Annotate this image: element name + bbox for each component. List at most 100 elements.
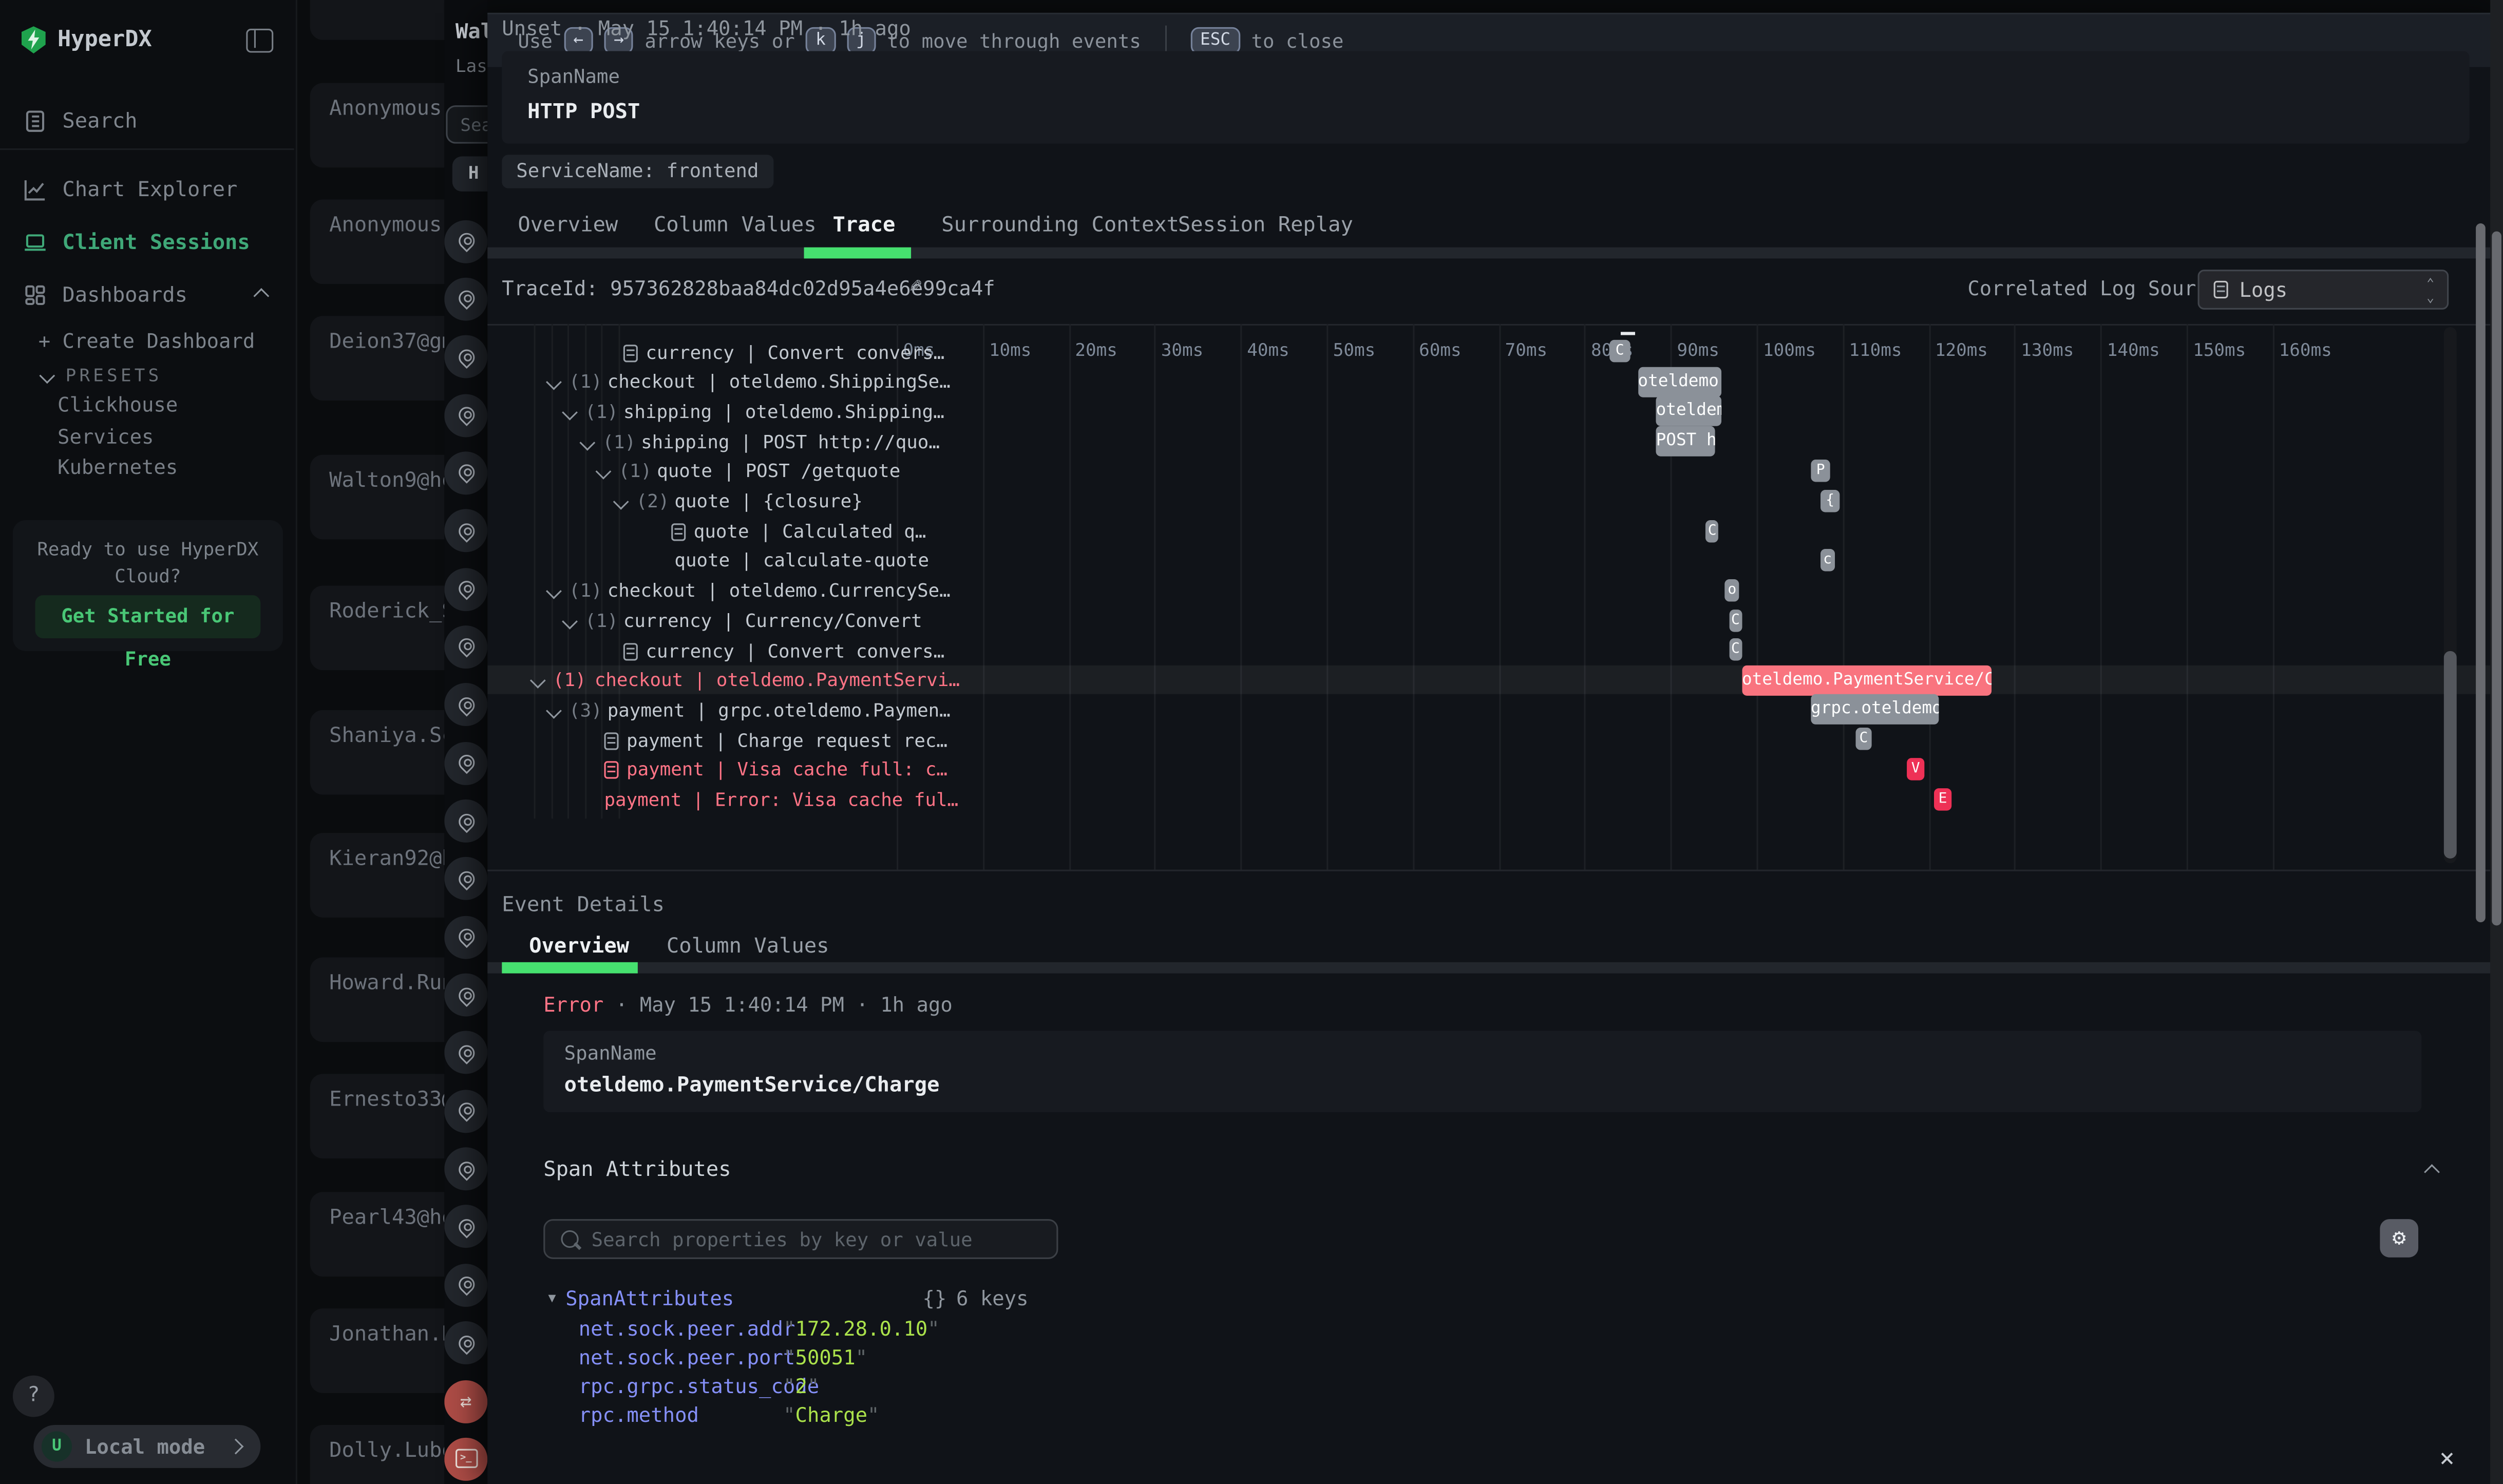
- attribute-row[interactable]: rpc.method "Charge": [579, 1402, 2337, 1428]
- trace-tree-row[interactable]: payment | Charge request rec…: [487, 726, 1376, 756]
- attribute-key[interactable]: net.sock.peer.port: [579, 1344, 795, 1368]
- attribute-value[interactable]: "50051": [783, 1344, 867, 1370]
- trace-tree-row[interactable]: quote | Calculated q…: [487, 517, 1376, 547]
- session-list-item[interactable]: Shaniya.Sc: [310, 710, 444, 795]
- span-duration-bar[interactable]: grpc.oteldemo.: [1811, 695, 1939, 725]
- trace-tree-row[interactable]: payment | Error: Visa cache ful…: [487, 785, 1376, 815]
- location-pin-icon[interactable]: [444, 335, 487, 378]
- log-source-select[interactable]: Logs ⌃⌄: [2198, 270, 2449, 310]
- help-button[interactable]: ?: [13, 1376, 54, 1417]
- sidebar-item-client-sessions[interactable]: Client Sessions: [0, 219, 296, 267]
- session-list-item[interactable]: Jonathan.B: [310, 1308, 444, 1393]
- span-duration-bar[interactable]: C: [1706, 520, 1719, 542]
- chevron-down-icon[interactable]: [562, 613, 578, 629]
- attribute-value[interactable]: "2": [783, 1373, 819, 1399]
- span-duration-bar[interactable]: P: [1811, 460, 1830, 482]
- sidebar-item-search[interactable]: Search: [0, 98, 296, 145]
- trace-tree-row[interactable]: currency | Convert convers…: [487, 636, 1376, 666]
- session-list-item[interactable]: Walton9@ho: [310, 455, 444, 540]
- session-list-item[interactable]: Anonymous: [310, 199, 444, 284]
- span-duration-bar[interactable]: oteldemo.: [1638, 366, 1721, 396]
- attribute-value[interactable]: "172.28.0.10": [783, 1316, 940, 1341]
- chevron-down-icon[interactable]: [579, 434, 595, 450]
- trace-tree-row[interactable]: (1)currency | Currency/Convert: [487, 606, 1376, 636]
- session-list-item[interactable]: Anonymous: [310, 83, 444, 168]
- sidebar-preset-kubernetes[interactable]: Kubernetes: [58, 455, 178, 481]
- chevron-down-icon[interactable]: [546, 374, 562, 390]
- span-duration-bar[interactable]: C: [1729, 609, 1742, 632]
- scrollbar-thumb[interactable]: [2444, 651, 2457, 859]
- attribute-row[interactable]: net.sock.peer.port"50051": [579, 1344, 2337, 1370]
- location-pin-icon[interactable]: [444, 800, 487, 843]
- swap-arrows-icon[interactable]: ⇄: [444, 1379, 487, 1422]
- ed-tab-overview[interactable]: Overview: [529, 935, 629, 959]
- span-duration-bar[interactable]: {: [1820, 490, 1840, 512]
- location-pin-icon[interactable]: [444, 858, 487, 901]
- span-duration-bar[interactable]: c: [1820, 549, 1834, 572]
- location-pin-icon[interactable]: [444, 625, 487, 669]
- session-list-item[interactable]: Pearl43@ho: [310, 1192, 444, 1277]
- span-duration-bar[interactable]: oteldemo.PaymentService/Char: [1742, 664, 1992, 695]
- attribute-key[interactable]: net.sock.peer.addr: [579, 1316, 795, 1340]
- location-pin-icon[interactable]: [444, 1264, 487, 1307]
- chevron-down-icon[interactable]: [562, 405, 578, 421]
- span-duration-bar[interactable]: oteldemo: [1656, 396, 1721, 426]
- location-pin-icon[interactable]: [444, 683, 487, 727]
- location-pin-icon[interactable]: [444, 393, 487, 436]
- location-pin-icon[interactable]: [444, 1206, 487, 1249]
- chevron-down-icon[interactable]: [546, 703, 562, 719]
- session-list-item[interactable]: Roderick_S: [310, 585, 444, 670]
- trace-tree-row[interactable]: (1)quote | POST /getquote: [487, 457, 1376, 487]
- tab-surrounding-context[interactable]: Surrounding Context: [941, 214, 1179, 238]
- tab-trace[interactable]: Trace: [833, 214, 896, 238]
- span-duration-bar[interactable]: C: [1609, 340, 1630, 363]
- create-dashboard-button[interactable]: + Create Dashboard: [39, 329, 255, 354]
- events-filter-button[interactable]: H: [452, 157, 487, 192]
- location-pin-icon[interactable]: [444, 277, 487, 320]
- span-duration-bar[interactable]: o: [1725, 579, 1739, 602]
- service-badge[interactable]: ServiceName: frontend: [502, 155, 773, 188]
- scrollbar-thumb[interactable]: [2476, 223, 2486, 922]
- attribute-row[interactable]: rpc.grpc.status_code"2": [579, 1373, 2337, 1399]
- sidebar-preset-services[interactable]: Services: [58, 424, 154, 449]
- attribute-key[interactable]: rpc.method: [579, 1402, 699, 1426]
- attribute-value[interactable]: "Charge": [783, 1402, 879, 1428]
- span-duration-bar[interactable]: V: [1907, 758, 1924, 781]
- attribute-row[interactable]: net.sock.peer.addr"172.28.0.10": [579, 1316, 2337, 1341]
- attributes-root-row[interactable]: ▼SpanAttributes {} 6 keys: [548, 1286, 1029, 1312]
- span-duration-bar[interactable]: E: [1933, 788, 1951, 811]
- ed-tab-column-values[interactable]: Column Values: [667, 935, 829, 959]
- location-pin-icon[interactable]: [444, 1090, 487, 1133]
- session-list-item[interactable]: Ernesto33@: [310, 1074, 444, 1158]
- page-scrollbar[interactable]: [2490, 0, 2503, 1484]
- trace-tree-row[interactable]: payment | Visa cache full: c…: [487, 755, 1376, 786]
- span-duration-bar[interactable]: POST ht: [1656, 426, 1715, 456]
- session-list-item[interactable]: Kieran92@h: [310, 833, 444, 918]
- location-pin-icon[interactable]: [444, 1321, 487, 1364]
- location-pin-icon[interactable]: [444, 219, 487, 262]
- trace-tree-row[interactable]: (2)quote | {closure}: [487, 487, 1376, 517]
- trace-tree-row[interactable]: (3)payment | grpc.oteldemo.Paymen…: [487, 696, 1376, 726]
- chevron-down-icon[interactable]: [613, 494, 629, 510]
- sidebar-item-dashboards[interactable]: Dashboards: [0, 271, 296, 319]
- location-pin-icon[interactable]: [444, 916, 487, 959]
- location-pin-icon[interactable]: [444, 567, 487, 611]
- terminal-icon[interactable]: >_: [444, 1437, 487, 1480]
- get-started-button[interactable]: Get Started for Free: [35, 595, 260, 638]
- trace-tree-row[interactable]: (1)checkout | oteldemo.ShippingSe…: [487, 367, 1376, 397]
- location-pin-icon[interactable]: [444, 974, 487, 1017]
- session-list-item[interactable]: Anonymous: [310, 0, 444, 40]
- tab-session-replay[interactable]: Session Replay: [1178, 214, 1353, 238]
- location-pin-icon[interactable]: [444, 1148, 487, 1191]
- sidebar-collapse-icon[interactable]: [246, 29, 273, 53]
- trace-tree-row[interactable]: (1)checkout | oteldemo.CurrencySe…: [487, 576, 1376, 606]
- close-icon[interactable]: ×: [2431, 1442, 2463, 1474]
- chevron-down-icon[interactable]: [546, 583, 562, 599]
- session-list-item[interactable]: Howard.Run: [310, 958, 444, 1042]
- attributes-search-input[interactable]: Search properties by key or value: [543, 1219, 1058, 1259]
- sidebar-item-chart-explorer[interactable]: Chart Explorer: [0, 166, 296, 214]
- trace-tree-row[interactable]: (1)shipping | oteldemo.Shipping…: [487, 397, 1376, 427]
- panel-scrollbar[interactable]: [2474, 0, 2487, 1484]
- collapse-section-icon[interactable]: [2424, 1164, 2440, 1180]
- location-pin-icon[interactable]: [444, 451, 487, 494]
